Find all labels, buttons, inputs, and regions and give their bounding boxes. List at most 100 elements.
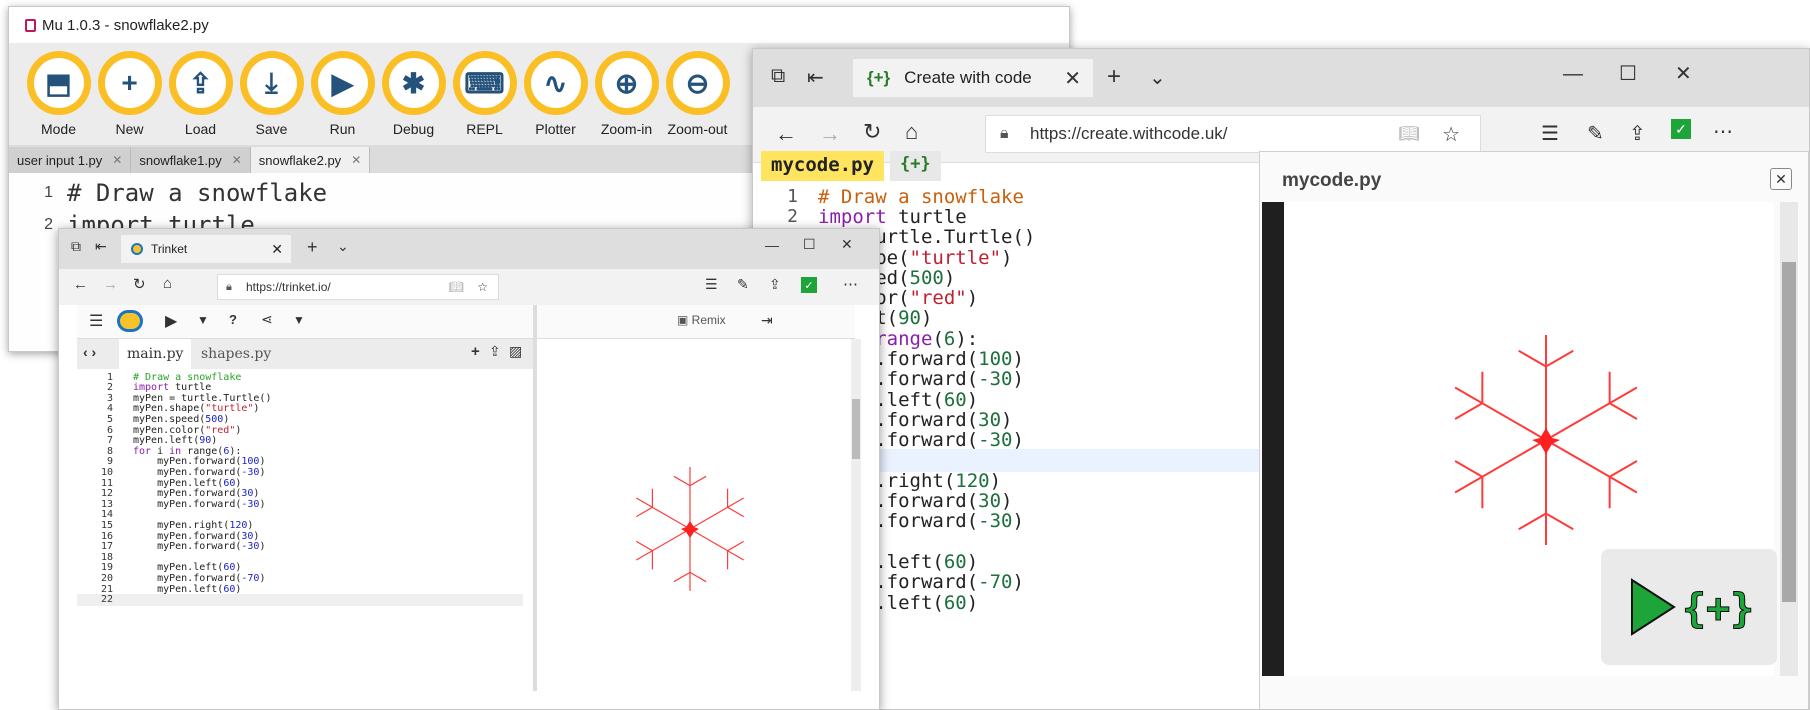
share-icon[interactable]: ⇪ bbox=[769, 276, 781, 293]
turtle-icon bbox=[681, 521, 699, 538]
mu-file-tab[interactable]: user input 1.py ✕ bbox=[9, 147, 132, 173]
wc-file-tab-add[interactable]: {+} bbox=[889, 151, 941, 181]
debug-button[interactable]: ✱ Debug bbox=[378, 51, 449, 137]
repl-button[interactable]: ⌨ REPL bbox=[449, 51, 520, 137]
remix-button[interactable]: ▣ Remix bbox=[677, 313, 726, 327]
pen-icon[interactable]: ✎ bbox=[737, 276, 749, 293]
code-text: myPen.forward(-30) bbox=[133, 498, 266, 510]
chevron-down-icon[interactable]: ⌄ bbox=[1149, 65, 1166, 90]
close-tab-icon[interactable]: ✕ bbox=[232, 153, 242, 167]
favorite-star-icon[interactable]: ☆ bbox=[477, 280, 488, 294]
new-tab-icon[interactable]: + bbox=[307, 237, 318, 258]
run-play-icon[interactable]: {+} bbox=[1614, 572, 1764, 642]
back-icon[interactable]: ← bbox=[775, 121, 797, 147]
close-tab-icon[interactable]: ✕ bbox=[1064, 66, 1081, 91]
save-button[interactable]: ⤓ Save bbox=[236, 51, 307, 137]
zoom-in-button[interactable]: ⊕ Zoom-in bbox=[591, 51, 662, 137]
maximize-icon[interactable]: ☐ bbox=[1619, 61, 1637, 86]
trinket-browser-window: ⧉ ⇤ Trinket ✕ + ⌄ — ☐ ✕ ← → ↻ ⌂ 🔒︎ https… bbox=[58, 228, 880, 710]
home-icon[interactable]: ⌂ bbox=[905, 119, 918, 145]
share-icon[interactable]: ⇪ bbox=[1629, 121, 1646, 146]
plotter-button[interactable]: ∿ Plotter bbox=[520, 51, 591, 137]
close-tab-icon[interactable]: ✕ bbox=[112, 153, 122, 167]
tk-file-tab-shapes[interactable]: shapes.py bbox=[193, 339, 279, 369]
favorites-list-icon[interactable]: ☰ bbox=[705, 276, 718, 293]
tab-actions-icon[interactable]: ⧉ bbox=[771, 65, 785, 88]
close-tab-icon[interactable]: ✕ bbox=[271, 241, 283, 258]
add-file-icon[interactable]: + bbox=[471, 343, 480, 360]
mu-file-tab[interactable]: snowflake1.py ✕ bbox=[131, 147, 251, 173]
close-tab-icon[interactable]: ✕ bbox=[351, 153, 361, 167]
snowflake-stroke bbox=[727, 506, 744, 518]
wc-address-bar[interactable]: 🔒︎ https://create.withcode.uk/ 📖︎ ☆ bbox=[985, 115, 1481, 153]
tk-tab[interactable]: Trinket ✕ bbox=[121, 235, 291, 263]
favorites-list-icon[interactable]: ☰ bbox=[1541, 121, 1559, 146]
new-label: New bbox=[115, 121, 144, 137]
login-icon[interactable]: ⇥ bbox=[761, 312, 773, 329]
close-window-icon[interactable]: ✕ bbox=[841, 236, 853, 253]
tk-code-editor[interactable]: 1 # Draw a snowflake 2 import turtle 3 myPen … bbox=[77, 369, 523, 691]
refresh-icon[interactable]: ↻ bbox=[863, 119, 881, 145]
zoom-in-icon: ⊕ bbox=[601, 58, 652, 108]
wc-tab[interactable]: {+} Create with code ✕ bbox=[853, 59, 1093, 97]
tk-file-tab-main[interactable]: main.py bbox=[119, 339, 192, 369]
wc-panel-scrollbar[interactable] bbox=[1780, 202, 1798, 676]
mu-file-tab[interactable]: snowflake2.py ✕ bbox=[250, 147, 371, 173]
scroll-thumb[interactable] bbox=[1782, 262, 1796, 602]
image-file-icon[interactable]: ▨ bbox=[509, 343, 522, 360]
tk-output-scrollbar[interactable] bbox=[851, 339, 861, 691]
run-icon[interactable]: ▶ bbox=[165, 311, 177, 331]
refresh-icon[interactable]: ↻ bbox=[133, 275, 146, 293]
zoom-out-button[interactable]: ⊖ Zoom-out bbox=[662, 51, 733, 137]
favorite-star-icon[interactable]: ☆ bbox=[1442, 122, 1460, 147]
forward-icon[interactable]: → bbox=[103, 276, 118, 293]
new-button[interactable]: + New bbox=[94, 51, 165, 137]
upload-file-icon[interactable]: ⇪ bbox=[489, 343, 501, 360]
maximize-icon[interactable]: ☐ bbox=[803, 236, 816, 253]
wc-file-tab-mycode[interactable]: mycode.py bbox=[761, 151, 884, 181]
close-window-icon[interactable]: ✕ bbox=[1675, 61, 1692, 86]
snowflake-stroke bbox=[1454, 439, 1547, 494]
back-icon[interactable]: ← bbox=[73, 276, 88, 293]
chevron-down-icon[interactable]: ⌄ bbox=[337, 238, 349, 255]
snowflake-stroke bbox=[689, 497, 744, 530]
run-button[interactable]: ▶ Run bbox=[307, 51, 378, 137]
set-aside-tabs-icon[interactable]: ⇤ bbox=[95, 238, 107, 255]
extension-check-icon[interactable]: ✓ bbox=[1671, 119, 1691, 139]
trinket-file-tabs: ‹ › main.py shapes.py + ⇪ ▨ bbox=[77, 339, 535, 369]
minimize-icon[interactable]: — bbox=[1563, 63, 1583, 86]
share-options-icon[interactable]: ▼ bbox=[293, 313, 305, 327]
menu-icon[interactable]: ☰ bbox=[89, 311, 103, 331]
minimize-icon[interactable]: — bbox=[765, 237, 779, 253]
extension-check-icon[interactable]: ✓ bbox=[801, 277, 817, 293]
tk-address-bar[interactable]: 🔒︎ https://trinket.io/ 📖︎ ☆ bbox=[217, 274, 499, 300]
load-button[interactable]: ⇪ Load bbox=[165, 51, 236, 137]
new-tab-icon[interactable]: + bbox=[1107, 63, 1121, 91]
tk-url: https://trinket.io/ bbox=[246, 280, 331, 294]
set-aside-tabs-icon[interactable]: ⇤ bbox=[807, 65, 824, 90]
zoom-out-icon: ⊖ bbox=[672, 58, 723, 108]
tab-actions-icon[interactable]: ⧉ bbox=[71, 238, 81, 255]
run-options-icon[interactable]: ▼ bbox=[197, 313, 209, 327]
keyboard-icon: ⌨ bbox=[459, 58, 510, 108]
more-icon[interactable]: ⋯ bbox=[1713, 119, 1733, 144]
snowflake-stroke bbox=[1609, 460, 1638, 478]
mode-button[interactable]: ⬒ Mode bbox=[23, 51, 94, 137]
python-logo-icon[interactable] bbox=[117, 310, 143, 332]
trinket-toolbar: ☰ ▶ ▼ ? ⋖ ▼ ▣ Remix ⇥ bbox=[77, 305, 855, 339]
close-panel-icon[interactable]: ✕ bbox=[1770, 168, 1792, 190]
pen-icon[interactable]: ✎ bbox=[1587, 121, 1604, 146]
toggle-code-icon[interactable]: ‹ › bbox=[83, 344, 96, 360]
help-icon[interactable]: ? bbox=[229, 312, 237, 327]
wc-run-widget[interactable]: {+} bbox=[1601, 549, 1777, 665]
share-icon[interactable]: ⋖ bbox=[261, 311, 273, 328]
plus-icon: + bbox=[104, 58, 155, 108]
home-icon[interactable]: ⌂ bbox=[163, 275, 172, 292]
forward-icon[interactable]: → bbox=[819, 121, 841, 147]
reading-view-icon[interactable]: 📖︎ bbox=[1398, 124, 1420, 144]
more-icon[interactable]: ⋯ bbox=[843, 275, 858, 293]
tk-tab-title: Trinket bbox=[151, 242, 188, 256]
tk-editor-divider[interactable] bbox=[533, 305, 537, 691]
reading-view-icon[interactable]: 📖︎ bbox=[449, 280, 464, 294]
